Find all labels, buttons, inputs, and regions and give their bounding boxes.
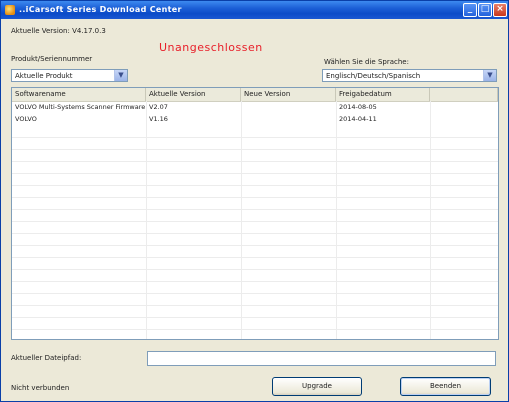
grid-line [12, 197, 498, 198]
table-row[interactable]: VOLVO Multi-Systems Scanner Firmware V2.0… [12, 101, 498, 113]
language-label: Wählen Sie die Sprache: [324, 58, 409, 66]
connection-status: Unangeschlossen [159, 41, 263, 54]
table-cell: 2014-04-11 [339, 115, 377, 123]
grid-line [12, 329, 498, 330]
table-cell [430, 113, 498, 125]
table-cell: 2014-08-05 [339, 103, 377, 111]
table-row[interactable]: VOLVO V1.16 2014-04-11 [12, 113, 498, 125]
column-divider [336, 101, 337, 339]
product-label: Produkt/Seriennummer [11, 55, 93, 63]
language-select-value: Englisch/Deutsch/Spanisch [326, 72, 421, 80]
maximize-button[interactable]: □ [478, 3, 492, 17]
window-title: ..iCarsoft Series Download Center [19, 5, 182, 14]
chevron-down-icon[interactable]: ▼ [114, 70, 127, 81]
grid-line [12, 173, 498, 174]
main-window: ..iCarsoft Series Download Center _ □ × … [0, 0, 509, 402]
footer-status: Nicht verbunden [11, 384, 70, 392]
upgrade-button[interactable]: Upgrade [272, 377, 362, 396]
grid-line [12, 305, 498, 306]
grid-line [12, 161, 498, 162]
version-label: Aktuelle Version: V4.17.0.3 [11, 27, 106, 35]
grid-line [12, 293, 498, 294]
table-cell [241, 113, 336, 125]
title-bar[interactable]: ..iCarsoft Series Download Center _ □ × [1, 1, 508, 19]
path-field[interactable] [147, 351, 496, 366]
column-header-new-version[interactable]: Neue Version [241, 88, 336, 101]
column-header-empty[interactable] [430, 88, 498, 101]
close-window-button[interactable]: × [493, 3, 507, 17]
exit-button[interactable]: Beenden [400, 377, 491, 396]
table-cell: V2.07 [149, 103, 168, 111]
table-cell [241, 101, 336, 113]
column-header-release-date[interactable]: Freigabedatum [336, 88, 430, 101]
path-label: Aktueller Dateipfad: [11, 354, 82, 362]
grid-line [12, 317, 498, 318]
table-header: Softwarename Aktuelle Version Neue Versi… [12, 88, 498, 102]
grid-line [12, 209, 498, 210]
table-cell: V1.16 [149, 115, 168, 123]
table-cell: VOLVO Multi-Systems Scanner Firmware [15, 103, 146, 111]
table-cell: VOLVO [15, 115, 37, 123]
grid-line [12, 233, 498, 234]
grid-line [12, 149, 498, 150]
grid-line [12, 257, 498, 258]
column-header-name[interactable]: Softwarename [12, 88, 146, 101]
minimize-button[interactable]: _ [463, 3, 477, 17]
product-select[interactable]: Aktuelle Produkt ▼ [11, 69, 128, 82]
app-icon [5, 5, 15, 15]
column-divider [241, 101, 242, 339]
grid-line [12, 185, 498, 186]
grid-line [12, 281, 498, 282]
column-divider [146, 101, 147, 339]
table-cell [430, 101, 498, 113]
language-select[interactable]: Englisch/Deutsch/Spanisch ▼ [322, 69, 497, 82]
column-divider [430, 101, 431, 339]
grid-line [12, 137, 498, 138]
product-select-value: Aktuelle Produkt [15, 72, 73, 80]
software-table[interactable]: Softwarename Aktuelle Version Neue Versi… [11, 87, 499, 340]
column-header-current-version[interactable]: Aktuelle Version [146, 88, 241, 101]
grid-line [12, 221, 498, 222]
chevron-down-icon[interactable]: ▼ [483, 70, 496, 81]
grid-line [12, 245, 498, 246]
grid-line [12, 269, 498, 270]
